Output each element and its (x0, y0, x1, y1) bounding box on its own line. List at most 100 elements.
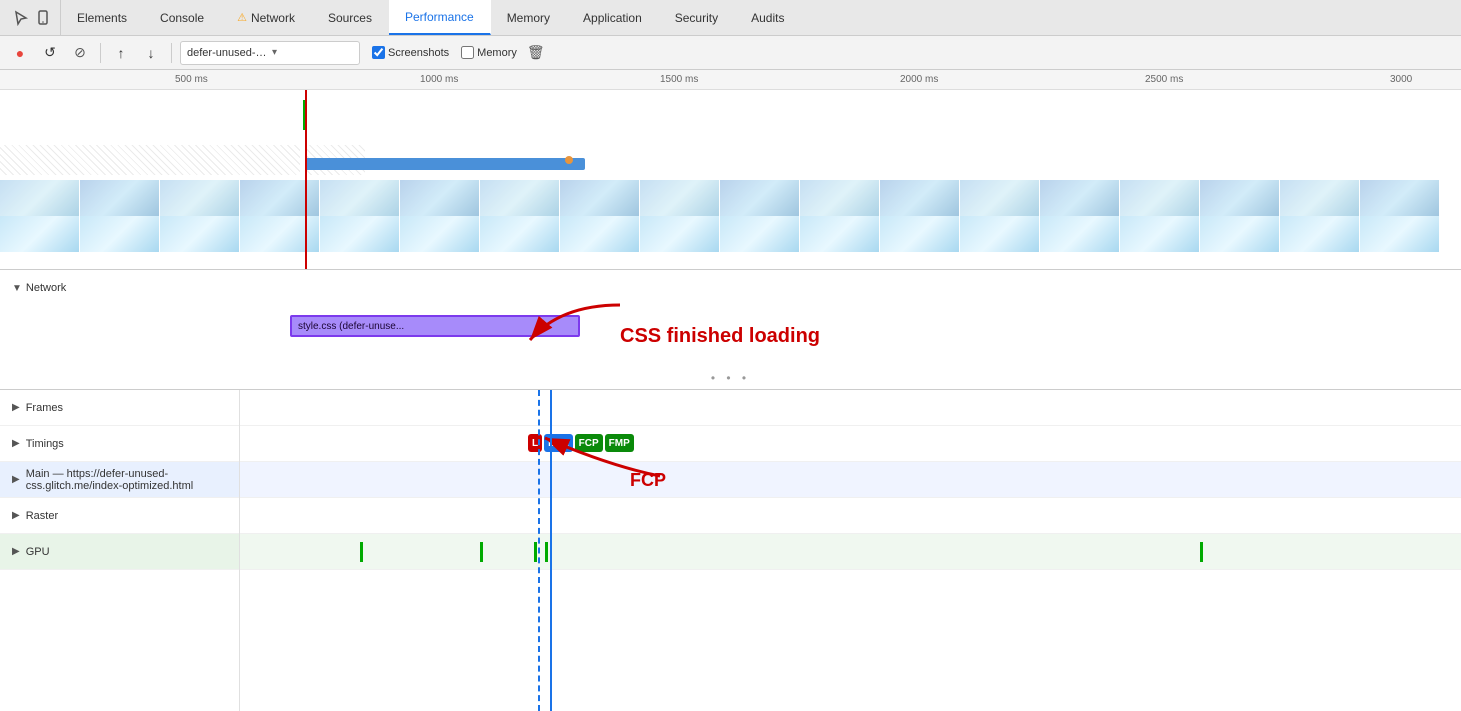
screenshot-thumb2 (800, 216, 880, 252)
dots-separator: • • • (711, 371, 750, 385)
screenshot-strip-top (0, 180, 1461, 216)
screenshot-strip-bottom (0, 216, 1461, 252)
main-url: Main — https://defer-unused-css.glitch.m… (26, 468, 239, 492)
screenshot-thumb2 (1360, 216, 1440, 252)
tab-sources[interactable]: Sources (312, 0, 389, 35)
timings-label: Timings (26, 438, 64, 450)
download-button[interactable]: ↓ (139, 41, 163, 65)
dashed-vertical-line (538, 390, 540, 711)
tab-elements[interactable]: Elements (61, 0, 144, 35)
gpu-tick (360, 542, 363, 562)
screenshot-thumb (1200, 180, 1280, 216)
devtools-icons (4, 0, 61, 35)
screenshot-thumb (240, 180, 320, 216)
network-arrow[interactable]: ▼ (12, 283, 22, 294)
screenshot-thumb (80, 180, 160, 216)
raster-row-label: ▶ Raster (0, 498, 239, 534)
frames-arrow[interactable]: ▶ (12, 402, 20, 413)
screenshot-thumb (320, 180, 400, 216)
screenshot-thumb2 (0, 216, 80, 252)
clear-button[interactable]: 🗑 (527, 44, 545, 61)
network-blue-bar (305, 158, 585, 170)
timings-arrow[interactable]: ▶ (12, 438, 20, 449)
tick-500ms: 500 ms (175, 74, 208, 85)
screenshot-thumb2 (720, 216, 800, 252)
network-section-title: Network (26, 282, 66, 294)
raster-label: Raster (26, 510, 58, 522)
screenshots-checkbox[interactable] (372, 46, 385, 59)
stop-button[interactable]: ⊘ (68, 41, 92, 65)
tick-1500ms: 1500 ms (660, 74, 698, 85)
blue-vertical-line (550, 390, 552, 711)
performance-container: 500 ms 1000 ms 1500 ms 2000 ms 2500 ms 3… (0, 70, 1461, 711)
screenshot-thumb2 (880, 216, 960, 252)
screenshot-thumb (720, 180, 800, 216)
chevron-down-icon: ▾ (272, 47, 353, 58)
timeline-overview[interactable]: 500 ms 1000 ms 1500 ms 2000 ms 2500 ms 3… (0, 70, 1461, 270)
timings-track-row: L DCL FCP FMP (240, 426, 1461, 462)
screenshot-thumb2 (320, 216, 400, 252)
raster-track-row (240, 498, 1461, 534)
tab-application[interactable]: Application (567, 0, 659, 35)
cursor-icon[interactable] (12, 9, 30, 27)
tick-2000ms: 2000 ms (900, 74, 938, 85)
gpu-track-row (240, 534, 1461, 570)
memory-checkbox-group: Memory (461, 46, 517, 59)
screenshot-thumb2 (1280, 216, 1360, 252)
gpu-tick (480, 542, 483, 562)
network-label: ▼ Network (12, 282, 66, 294)
record-button[interactable]: ● (8, 41, 32, 65)
url-text: defer-unused-css.glitch.... (187, 47, 268, 59)
css-finished-text: CSS finished loading (620, 325, 820, 348)
frames-label: Frames (26, 402, 63, 414)
tab-bar: Elements Console Network Sources Perform… (0, 0, 1461, 36)
blue-bar-dot (565, 156, 573, 164)
upload-button[interactable]: ↑ (109, 41, 133, 65)
frames-row-label: ▶ Frames (0, 390, 239, 426)
tab-performance[interactable]: Performance (389, 0, 491, 35)
frames-track-row (240, 390, 1461, 426)
screenshot-thumb (560, 180, 640, 216)
raster-arrow[interactable]: ▶ (12, 510, 20, 521)
screenshot-thumb (1040, 180, 1120, 216)
red-marker-line (305, 90, 307, 270)
main-track-row (240, 462, 1461, 498)
device-icon[interactable] (34, 9, 52, 27)
screenshots-label[interactable]: Screenshots (372, 46, 449, 59)
tick-2500ms: 2500 ms (1145, 74, 1183, 85)
gpu-tick (1200, 542, 1203, 562)
screenshot-thumb2 (640, 216, 720, 252)
gpu-arrow[interactable]: ▶ (12, 546, 20, 557)
network-section: ▼ Network style.css (defer-unuse... CSS … (0, 270, 1461, 390)
tab-memory[interactable]: Memory (491, 0, 567, 35)
tab-security[interactable]: Security (659, 0, 735, 35)
screenshot-thumb (1280, 180, 1360, 216)
url-dropdown[interactable]: defer-unused-css.glitch.... ▾ (180, 41, 360, 65)
screenshot-thumb2 (560, 216, 640, 252)
tick-1000ms: 1000 ms (420, 74, 458, 85)
reload-button[interactable]: ↺ (38, 41, 62, 65)
gpu-tick (545, 542, 548, 562)
timings-row-label: ▶ Timings (0, 426, 239, 462)
timeline-ruler-top: 500 ms 1000 ms 1500 ms 2000 ms 2500 ms 3… (0, 70, 1461, 90)
screenshot-thumb2 (240, 216, 320, 252)
screenshots-checkbox-group: Screenshots (372, 46, 449, 59)
screenshot-thumb2 (1200, 216, 1280, 252)
screenshot-thumb2 (1040, 216, 1120, 252)
screenshot-thumb2 (80, 216, 160, 252)
screenshot-thumb2 (1120, 216, 1200, 252)
separator (100, 43, 101, 63)
screenshot-thumb2 (960, 216, 1040, 252)
main-arrow[interactable]: ▶ (12, 474, 20, 485)
screenshot-thumb (0, 180, 80, 216)
tab-console[interactable]: Console (144, 0, 221, 35)
screenshot-thumb (880, 180, 960, 216)
separator2 (171, 43, 172, 63)
memory-checkbox[interactable] (461, 46, 474, 59)
gpu-row-label: ▶ GPU (0, 534, 239, 570)
tab-audits[interactable]: Audits (735, 0, 801, 35)
screenshot-thumb (1120, 180, 1200, 216)
tab-network[interactable]: Network (221, 0, 312, 35)
screenshot-thumb2 (480, 216, 560, 252)
memory-label[interactable]: Memory (461, 46, 517, 59)
